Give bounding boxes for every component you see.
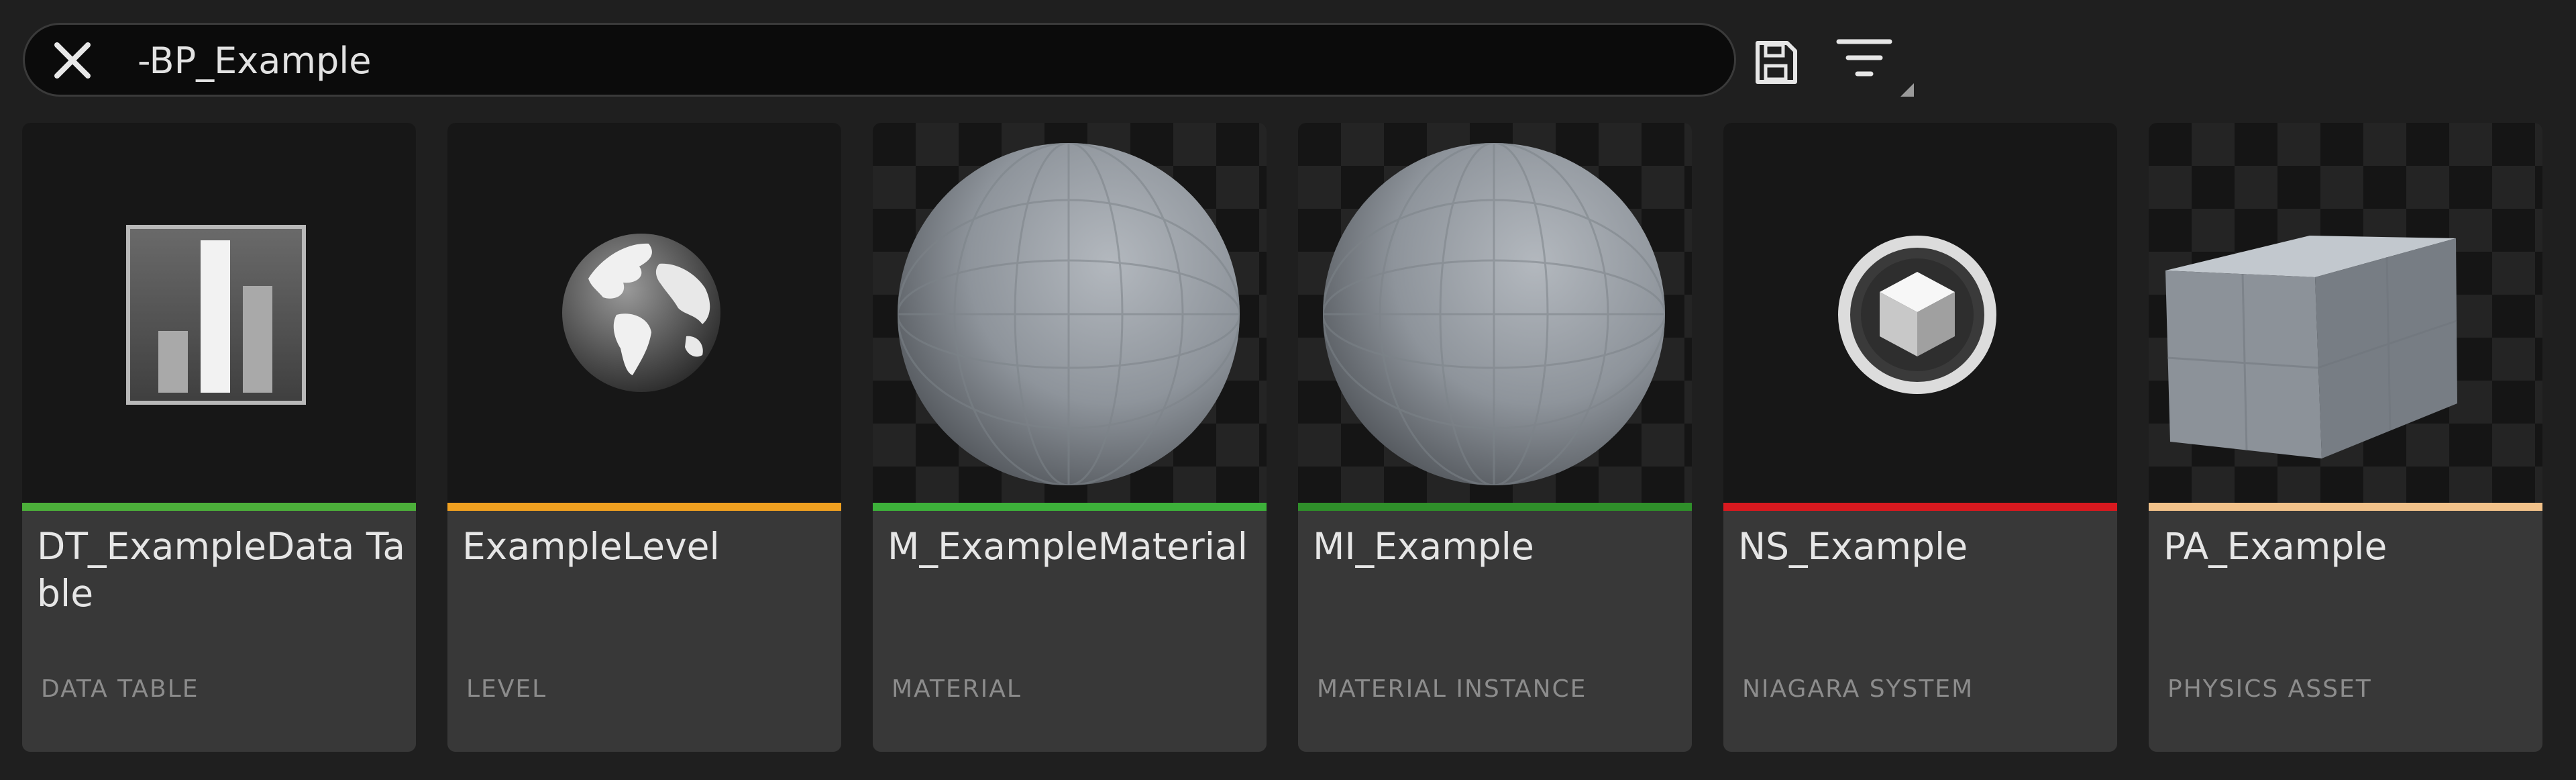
material-instance-sphere-preview xyxy=(1323,143,1665,485)
asset-type-color-bar xyxy=(1298,503,1692,511)
asset-type-label: PHYSICS ASSET xyxy=(2167,675,2372,703)
asset-info: DT_ExampleData Table DATA TABLE xyxy=(22,511,416,752)
niagara-cube-icon xyxy=(1838,236,1996,394)
asset-thumbnail xyxy=(447,123,841,503)
asset-info: MI_Example MATERIAL INSTANCE xyxy=(1298,511,1692,752)
save-search-icon[interactable] xyxy=(1752,39,1799,86)
asset-info: PA_Example PHYSICS ASSET xyxy=(2149,511,2542,752)
asset-type-label: MATERIAL xyxy=(892,675,1022,703)
data-table-icon xyxy=(126,225,306,405)
asset-thumbnail xyxy=(1723,123,2117,503)
asset-thumbnail xyxy=(1298,123,1692,503)
content-browser: DT_ExampleData Table DATA TABLE ExampleL… xyxy=(0,0,2576,780)
asset-info: M_ExampleMaterial MATERIAL xyxy=(873,511,1267,752)
asset-name: NS_Example xyxy=(1738,525,1968,568)
asset-info: ExampleLevel LEVEL xyxy=(447,511,841,752)
asset-type-color-bar xyxy=(22,503,416,511)
asset-tile-physics-asset[interactable]: PA_Example PHYSICS ASSET xyxy=(2149,123,2542,752)
asset-name: ExampleLevel xyxy=(462,525,720,568)
asset-tile-material-instance[interactable]: MI_Example MATERIAL INSTANCE xyxy=(1298,123,1692,752)
asset-tile-data-table[interactable]: DT_ExampleData Table DATA TABLE xyxy=(22,123,416,752)
filter-icon[interactable] xyxy=(1835,32,1917,99)
asset-name: MI_Example xyxy=(1313,525,1534,568)
globe-icon xyxy=(562,234,720,392)
clear-search-icon[interactable] xyxy=(52,40,93,81)
asset-type-color-bar xyxy=(2149,503,2542,511)
search-input[interactable] xyxy=(138,34,1680,87)
asset-type-label: MATERIAL INSTANCE xyxy=(1317,675,1587,703)
asset-thumbnail xyxy=(22,123,416,503)
asset-info: NS_Example NIAGARA SYSTEM xyxy=(1723,511,2117,752)
asset-type-label: LEVEL xyxy=(466,675,547,703)
asset-type-label: DATA TABLE xyxy=(41,675,199,703)
asset-tile-niagara-system[interactable]: NS_Example NIAGARA SYSTEM xyxy=(1723,123,2117,752)
physics-box-preview xyxy=(2165,236,2457,458)
asset-name: PA_Example xyxy=(2163,525,2387,568)
asset-type-label: NIAGARA SYSTEM xyxy=(1742,675,1974,703)
asset-type-color-bar xyxy=(873,503,1267,511)
asset-type-color-bar xyxy=(1723,503,2117,511)
asset-name: DT_ExampleData Table xyxy=(37,525,406,615)
asset-thumbnail xyxy=(2149,123,2542,503)
asset-thumbnail xyxy=(873,123,1267,503)
material-sphere-preview xyxy=(898,143,1240,485)
search-bar xyxy=(23,23,1736,97)
asset-tile-level[interactable]: ExampleLevel LEVEL xyxy=(447,123,841,752)
asset-name: M_ExampleMaterial xyxy=(888,525,1248,568)
asset-tile-material[interactable]: M_ExampleMaterial MATERIAL xyxy=(873,123,1267,752)
asset-type-color-bar xyxy=(447,503,841,511)
